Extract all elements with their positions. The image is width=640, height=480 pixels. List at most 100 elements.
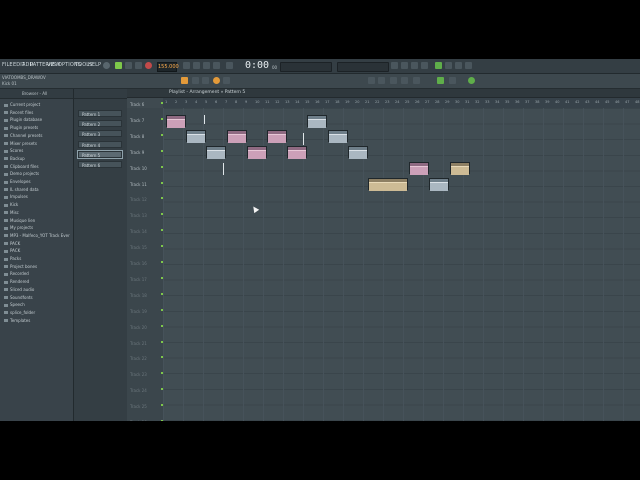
browser-item[interactable]: Channel presets (4, 133, 42, 140)
countdown-icon[interactable] (193, 62, 200, 69)
news-icon[interactable] (449, 77, 456, 84)
pattern-clip[interactable] (287, 146, 307, 159)
pattern-clip[interactable] (186, 130, 206, 143)
browser-item[interactable]: splice_folder (4, 310, 35, 317)
browser-item[interactable]: Misc (4, 210, 19, 217)
plugin-picker-icon[interactable] (378, 77, 385, 84)
browser-item[interactable]: Templates (4, 318, 30, 325)
play-icon[interactable] (125, 62, 132, 69)
mixer-icon[interactable] (445, 62, 452, 69)
pattern-item[interactable]: Pattern 1 (78, 110, 122, 117)
track-header[interactable]: Track 8 (130, 132, 163, 147)
track-header[interactable]: Track 22 (130, 354, 163, 369)
track-header[interactable]: Track 17 (130, 275, 163, 290)
track-header[interactable]: Track 26 (130, 418, 163, 421)
browser-item[interactable]: Envelopes (4, 179, 31, 186)
help-icon[interactable] (465, 62, 472, 69)
pattern-clip[interactable] (267, 130, 287, 143)
browser-item[interactable]: Clipboard files (4, 164, 39, 171)
save-icon[interactable] (421, 62, 428, 69)
pattern-item[interactable]: Pattern 2 (78, 120, 122, 128)
track-header[interactable]: Track 16 (130, 259, 163, 274)
arrangement-grid[interactable] (163, 108, 640, 421)
track-header[interactable]: Track 12 (130, 195, 163, 210)
track-header[interactable]: Track 15 (130, 243, 163, 258)
pattern-clip[interactable] (348, 146, 368, 159)
channel-rack-icon[interactable] (223, 77, 230, 84)
audio-icon[interactable] (435, 62, 442, 69)
pattern-item[interactable]: Pattern 4 (78, 140, 122, 148)
browser-item[interactable]: Speech (4, 302, 25, 309)
track-header[interactable]: Track 20 (130, 323, 163, 338)
browser-item[interactable]: MP3 - Malfeco_YOT Track Ever (4, 233, 70, 240)
track-header[interactable]: Track 10 (130, 164, 163, 179)
browser-item[interactable]: Scores (4, 148, 23, 155)
track-header[interactable]: Track 24 (130, 386, 163, 401)
browser-item[interactable]: IL shared data (4, 187, 39, 194)
track-header[interactable]: Track 14 (130, 227, 163, 242)
browser-toggle-icon[interactable] (368, 77, 375, 84)
track-header[interactable]: Track 7 (130, 116, 163, 131)
pattern-clip[interactable] (247, 146, 267, 159)
redo-icon[interactable] (411, 62, 418, 69)
snap-magnet-icon[interactable] (213, 77, 220, 84)
browser-item[interactable]: Current project (4, 102, 40, 109)
browser-item[interactable]: Demo projects (4, 171, 39, 178)
undo-icon[interactable] (401, 62, 408, 69)
pattern-mode-icon[interactable] (181, 77, 188, 84)
browser-item[interactable]: Recorded (4, 271, 29, 278)
microphone-icon[interactable] (413, 77, 420, 84)
track-header[interactable]: Track 23 (130, 370, 163, 385)
blend-notes-icon[interactable] (213, 62, 220, 69)
browser-item[interactable]: Sliced audio (4, 287, 34, 294)
loop-record-icon[interactable] (226, 62, 233, 69)
tempo-display[interactable]: 155.000 (157, 62, 179, 72)
browser-item[interactable]: Project bones (4, 264, 37, 271)
menu-help[interactable]: HELP (88, 62, 101, 68)
pattern-clip[interactable] (409, 162, 429, 175)
master-volume-knob[interactable] (103, 62, 110, 69)
browser-item[interactable]: My projects (4, 225, 33, 232)
browser-item[interactable]: Recent files (4, 110, 33, 117)
mixer-toggle-icon[interactable] (390, 77, 397, 84)
pattern-clip[interactable] (307, 115, 327, 128)
pattern-clip[interactable] (206, 146, 226, 159)
track-header[interactable]: Track 25 (130, 402, 163, 417)
record-icon[interactable] (145, 62, 152, 69)
browser-item[interactable]: Musique lien (4, 218, 35, 225)
step-edit-icon[interactable] (203, 62, 210, 69)
browser-item[interactable]: Rendered (4, 279, 29, 286)
browser-item[interactable]: PACK (4, 248, 20, 255)
browser-item[interactable]: Soundfonts (4, 295, 33, 302)
pattern-clip[interactable] (227, 130, 247, 143)
track-header[interactable]: Track 19 (130, 307, 163, 322)
track-header[interactable]: Track 21 (130, 339, 163, 354)
track-mute-led[interactable] (161, 102, 163, 104)
piano-roll-icon[interactable] (202, 77, 209, 84)
playlist-icon[interactable] (192, 77, 199, 84)
browser-item[interactable]: Packs (4, 256, 21, 263)
track-header[interactable]: Track 9 (130, 148, 163, 163)
metronome-icon[interactable] (183, 62, 190, 69)
browser-item[interactable]: Impulses (4, 194, 28, 201)
pattern-clip[interactable] (368, 178, 408, 191)
pattern-clip[interactable] (328, 130, 348, 143)
pattern-item[interactable]: Pattern 3 (78, 130, 122, 138)
track-header[interactable]: Track 6 (130, 100, 163, 115)
browser-item[interactable]: Backup (4, 156, 25, 163)
pattern-item[interactable]: Pattern 6 (78, 161, 122, 168)
browser-item[interactable]: Plugin presets (4, 125, 38, 132)
recent-projects-icon[interactable] (391, 62, 398, 69)
pattern-clip[interactable] (450, 162, 470, 175)
pattern-clip[interactable] (166, 115, 186, 128)
stop-icon[interactable] (135, 62, 142, 69)
settings-icon[interactable] (455, 62, 462, 69)
pattern-song-toggle[interactable] (115, 62, 122, 69)
browser-item[interactable]: Mixer presets (4, 141, 37, 148)
online-icon[interactable] (437, 77, 444, 84)
track-header[interactable]: Track 13 (130, 211, 163, 226)
browser-item[interactable]: Plugin database (4, 117, 42, 124)
browser-item[interactable]: PACK (4, 241, 20, 248)
track-header[interactable]: Track 18 (130, 291, 163, 306)
touch-keyboard-icon[interactable] (401, 77, 408, 84)
